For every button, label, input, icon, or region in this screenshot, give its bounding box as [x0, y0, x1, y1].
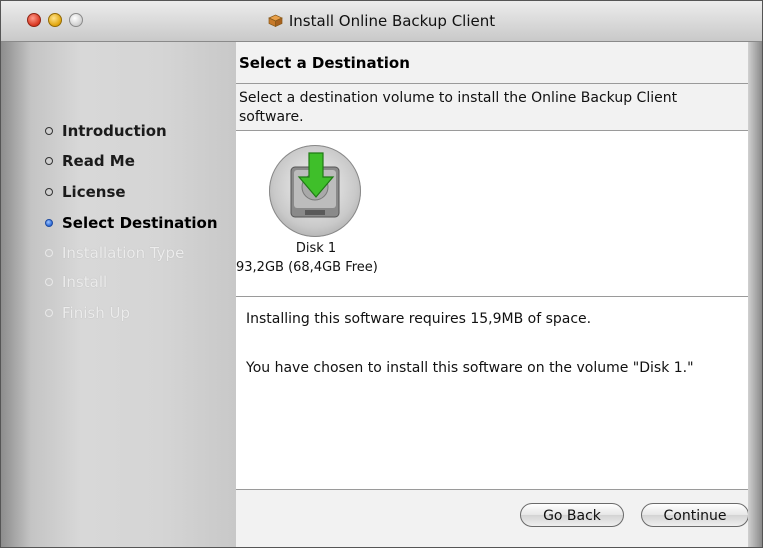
hard-disk-install-icon: [290, 152, 340, 218]
step-bullet-icon: [45, 249, 53, 257]
current-step-bullet-icon: [45, 219, 53, 227]
window-title: Install Online Backup Client: [1, 12, 762, 30]
destination-panel: Select a Destination Select a destinatio…: [236, 42, 762, 547]
step-bullet-icon: [45, 278, 53, 286]
volume-size: 93,2GB (68,4GB Free): [236, 260, 378, 275]
step-bullet-icon: [45, 157, 53, 165]
install-info-box: Installing this software requires 15,9MB…: [236, 297, 748, 490]
heading-divider: [236, 83, 748, 84]
page-title: Select a Destination: [239, 54, 410, 72]
step-label: Select Destination: [62, 214, 218, 232]
window-right-edge: [748, 42, 762, 547]
destination-instructions: Select a destination volume to install t…: [239, 90, 678, 125]
step-label: Finish Up: [62, 304, 130, 322]
volume-disk-1[interactable]: Disk 1 93,2GB (68,4GB Free): [236, 131, 396, 291]
window-title-text: Install Online Backup Client: [288, 12, 496, 30]
volume-chooser[interactable]: Disk 1 93,2GB (68,4GB Free): [236, 130, 748, 297]
chosen-volume-text: You have chosen to install this software…: [246, 360, 694, 376]
title-bar[interactable]: Install Online Backup Client: [1, 1, 762, 42]
go-back-button[interactable]: Go Back: [520, 503, 624, 527]
volume-icon-frame: [269, 145, 361, 237]
space-required-text: Installing this software requires 15,9MB…: [246, 311, 592, 327]
step-label: Read Me: [62, 152, 135, 170]
step-bullet-icon: [45, 127, 53, 135]
installer-steps-sidebar: Introduction Read Me License Select Dest…: [1, 42, 236, 547]
step-label: Introduction: [62, 122, 167, 140]
step-label: Installation Type: [62, 244, 185, 262]
volume-name: Disk 1: [295, 241, 337, 256]
step-bullet-icon: [45, 309, 53, 317]
installer-window: Install Online Backup Client Introductio…: [0, 0, 763, 548]
step-bullet-icon: [45, 188, 53, 196]
package-icon: [268, 14, 283, 27]
step-label: License: [62, 183, 126, 201]
continue-button[interactable]: Continue: [641, 503, 749, 527]
step-label: Install: [62, 273, 108, 291]
